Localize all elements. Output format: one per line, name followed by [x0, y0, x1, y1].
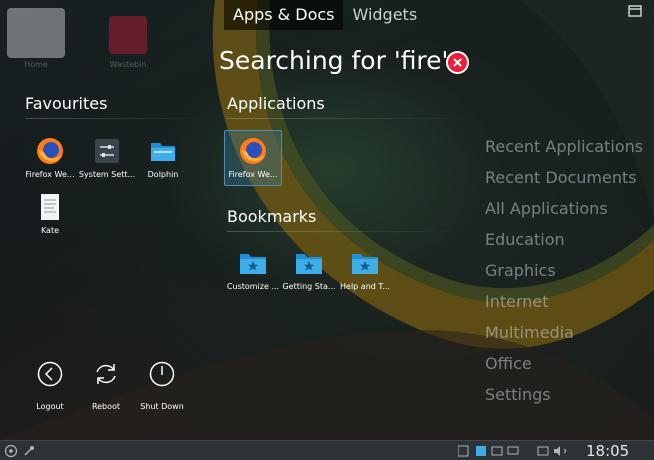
tab-apps-docs[interactable]: Apps & Docs — [224, 0, 344, 30]
search-query-heading[interactable]: Searching for 'fire' — [219, 46, 448, 75]
category-internet[interactable]: Internet — [485, 292, 549, 311]
tab-widgets[interactable]: Widgets — [343, 0, 426, 30]
category-graphics[interactable]: Graphics — [485, 261, 556, 280]
favourite-label: Firefox We... — [25, 170, 75, 179]
category-education[interactable]: Education — [485, 230, 565, 249]
category-office[interactable]: Office — [485, 354, 532, 373]
category-all-applications[interactable]: All Applications — [485, 199, 608, 218]
application-item-firefox[interactable]: Firefox We... — [224, 130, 282, 186]
category-recent-documents[interactable]: Recent Documents — [485, 168, 637, 187]
search-bar: Searching for 'fire' — [0, 46, 654, 80]
launcher-tabs: Apps & Docs Widgets — [224, 0, 426, 30]
favourite-label: Kate — [40, 226, 60, 235]
bookmark-folder-icon — [294, 248, 324, 278]
bookmark-label: Help and T... — [340, 282, 390, 291]
reboot-label: Reboot — [91, 402, 121, 411]
favourite-item-dolphin[interactable]: Dolphin — [134, 136, 192, 179]
reboot-button[interactable]: Reboot — [76, 361, 136, 411]
shutdown-label: Shut Down — [140, 402, 184, 411]
bookmark-folder-icon — [350, 248, 380, 278]
logout-label: Logout — [36, 402, 64, 411]
bookmark-item-help[interactable]: Help and T... — [336, 248, 394, 291]
application-launcher-icon[interactable] — [4, 444, 18, 458]
favourite-item-kate[interactable]: Kate — [21, 192, 79, 235]
clear-search-button[interactable] — [446, 51, 469, 74]
shutdown-icon — [149, 361, 175, 387]
firefox-icon — [238, 136, 268, 166]
bookmark-item-customize[interactable]: Customize ... — [224, 248, 282, 291]
shutdown-button[interactable]: Shut Down — [132, 361, 192, 411]
category-settings[interactable]: Settings — [485, 385, 551, 404]
system-settings-icon — [92, 136, 122, 166]
bookmark-label: Getting Sta... — [282, 282, 336, 291]
reboot-icon — [96, 364, 116, 384]
divider — [25, 118, 205, 119]
firefox-icon — [35, 136, 65, 166]
application-label: Firefox We... — [228, 170, 278, 179]
dolphin-folder-icon — [148, 136, 178, 166]
bookmarks-title: Bookmarks — [227, 207, 317, 226]
kate-editor-icon — [35, 192, 65, 222]
category-multimedia[interactable]: Multimedia — [485, 323, 574, 342]
divider — [227, 231, 467, 232]
logout-icon — [37, 361, 63, 387]
favourite-label: Dolphin — [147, 170, 179, 179]
bookmark-label: Customize ... — [226, 282, 280, 291]
bookmark-folder-icon — [238, 248, 268, 278]
bookmark-item-getting-started[interactable]: Getting Sta... — [280, 248, 338, 291]
logout-button[interactable]: Logout — [20, 361, 80, 411]
favourite-label: System Sett... — [78, 170, 136, 179]
close-icon — [453, 58, 462, 67]
system-tray[interactable] — [458, 445, 568, 457]
favourite-item-firefox[interactable]: Firefox We... — [21, 136, 79, 179]
divider — [227, 118, 467, 119]
category-recent-applications[interactable]: Recent Applications — [485, 137, 643, 156]
taskbar: 18:05 — [0, 440, 654, 460]
clock[interactable]: 18:05 — [586, 442, 629, 460]
corner-toolbox-icon[interactable] — [628, 5, 642, 17]
pager-icon[interactable] — [22, 444, 36, 458]
favourite-item-system-settings[interactable]: System Sett... — [78, 136, 136, 179]
favourites-title: Favourites — [25, 94, 108, 113]
applications-title: Applications — [227, 94, 325, 113]
